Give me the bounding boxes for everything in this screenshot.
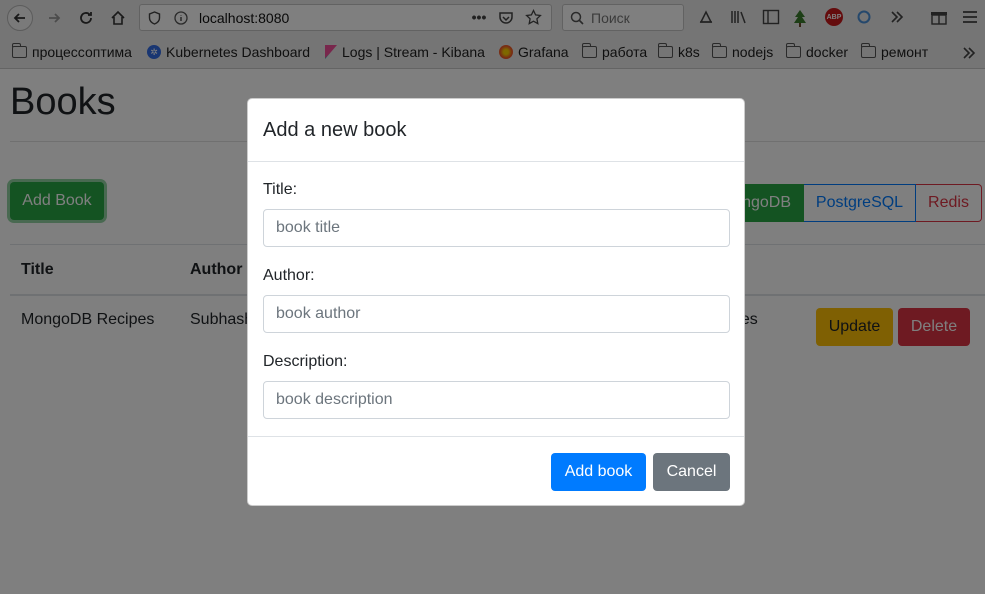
add-book-modal: Add a new book Title: Author: Descriptio… — [247, 98, 745, 506]
modal-title: Add a new book — [263, 119, 407, 141]
add-book-submit-button[interactable]: Add book — [551, 453, 646, 491]
author-input[interactable] — [263, 295, 730, 333]
cancel-button[interactable]: Cancel — [653, 453, 730, 491]
description-label: Description: — [263, 353, 348, 370]
author-label: Author: — [263, 267, 315, 284]
title-input[interactable] — [263, 209, 730, 247]
title-label: Title: — [263, 181, 298, 198]
description-input[interactable] — [263, 381, 730, 419]
modal-footer-divider — [248, 436, 744, 437]
modal-header-divider — [248, 161, 744, 162]
